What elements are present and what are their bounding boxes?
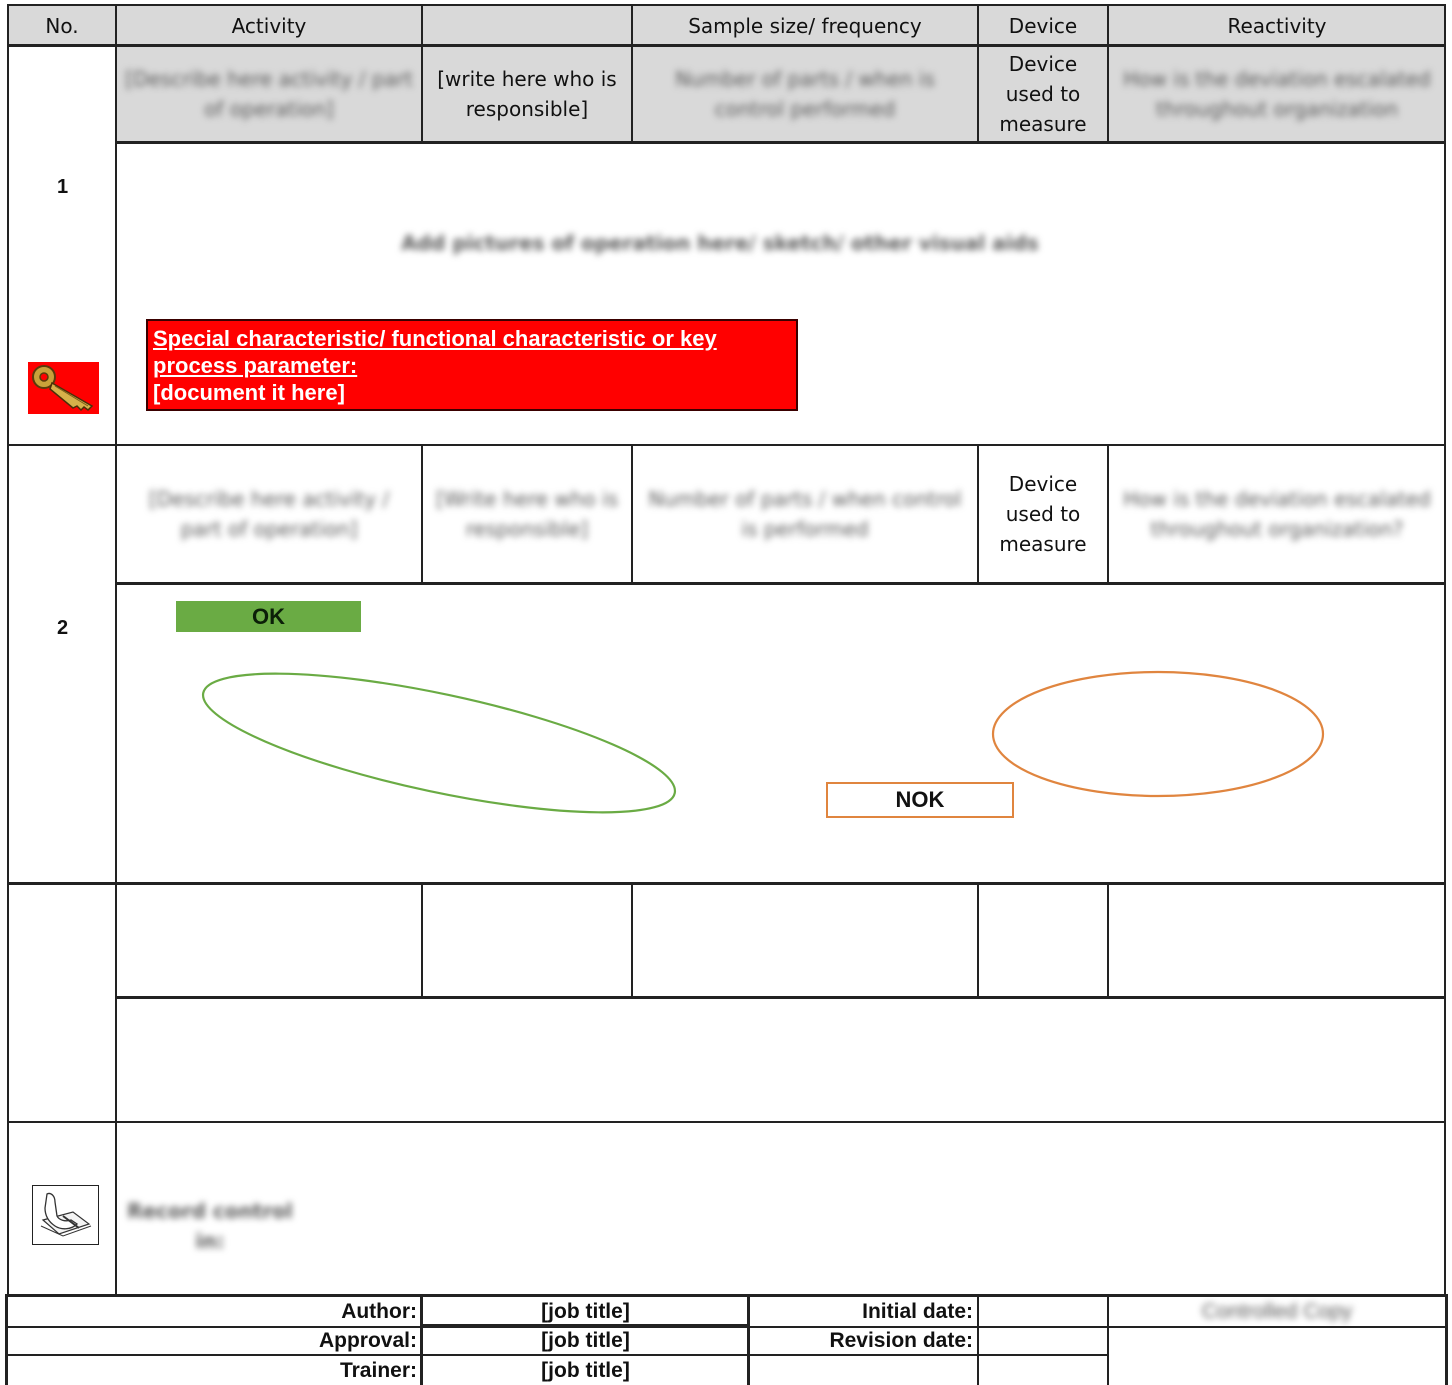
grid-line [977, 883, 979, 998]
grid-line [631, 4, 633, 143]
grid-line [747, 1294, 750, 1385]
grid-line [116, 141, 1446, 144]
grid-line [631, 445, 633, 584]
author-value: [job title] [541, 1299, 630, 1323]
grid-line [5, 1294, 8, 1385]
trainer-value: [job title] [541, 1359, 630, 1382]
grid-line [1444, 4, 1446, 1295]
grid-line [116, 996, 1446, 999]
grid-line [977, 4, 979, 143]
grid-line [420, 1294, 423, 1385]
grid-line [115, 4, 117, 1295]
grid-line [1108, 1326, 1448, 1328]
grid-line [421, 445, 423, 584]
grid-line [1445, 1294, 1448, 1385]
grid-line [1107, 4, 1109, 143]
grid-line [116, 582, 1446, 585]
nok-label: NOK [826, 782, 1014, 818]
revision-date-label: Revision date: [829, 1329, 973, 1352]
grid-line [1107, 883, 1109, 998]
grid-line [7, 444, 1446, 446]
grid-line [7, 44, 1446, 47]
grid-line [7, 4, 1446, 6]
author-label: Author: [341, 1299, 417, 1323]
writing-hand-icon [32, 1185, 99, 1245]
grid-line [421, 883, 423, 998]
grid-line [421, 4, 423, 143]
record-control-text: Record control in: [127, 1199, 293, 1253]
ok-ellipse [201, 672, 677, 814]
nok-ellipse [991, 670, 1325, 798]
grid-line [7, 1121, 1446, 1123]
grid-line [631, 883, 633, 998]
grid-line [5, 1294, 1448, 1297]
grid-line [977, 445, 979, 584]
grid-line [1107, 1294, 1109, 1385]
grid-line [7, 4, 9, 1295]
grid-line [423, 1324, 749, 1327]
example-ellipses [201, 670, 1325, 814]
grid-line [7, 882, 1446, 885]
controlled-copy: Controlled Copy [1201, 1299, 1353, 1323]
grid-line [5, 1354, 1109, 1356]
approval-value: [job title] [541, 1329, 630, 1352]
trainer-label: Trainer: [339, 1359, 417, 1382]
approval-label: Approval: [318, 1329, 417, 1352]
initial-date-label: Initial date: [862, 1299, 973, 1323]
grid-line [1107, 445, 1109, 584]
grid-line [977, 1294, 979, 1385]
